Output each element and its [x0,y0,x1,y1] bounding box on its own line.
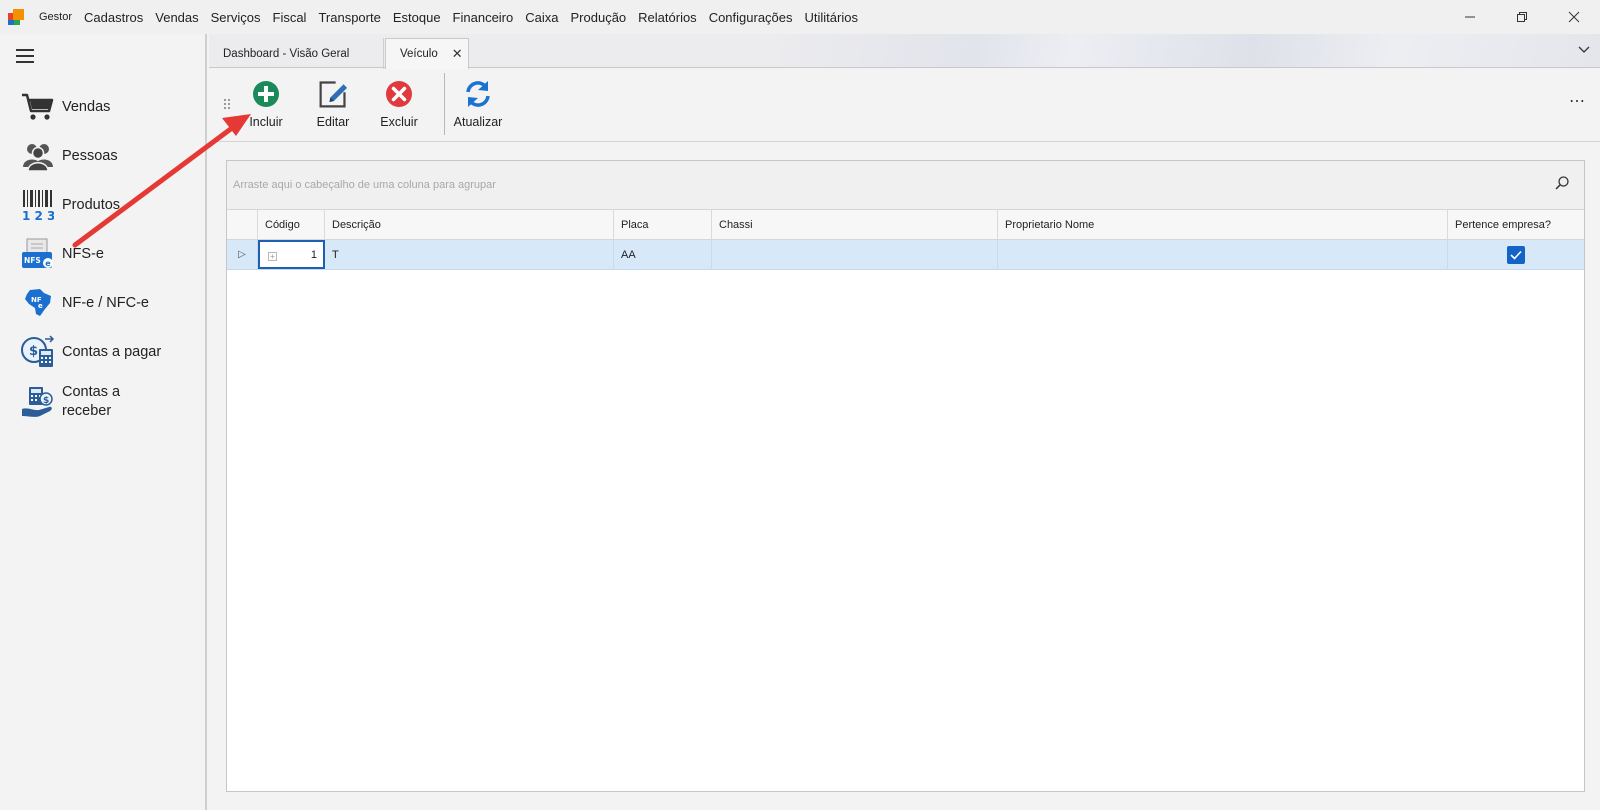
toolbar-grip-icon[interactable] [224,99,230,111]
menu-transporte[interactable]: Transporte [312,10,386,25]
barcode-icon: 1 2 3 [20,187,56,223]
checkmark-icon [1510,250,1522,260]
tab-label: Veículo [400,48,438,60]
menu-producao[interactable]: Produção [565,10,633,25]
toolbar-separator [444,73,445,135]
accounts-receivable-icon: $ [20,384,56,420]
group-by-hint: Arraste aqui o cabeçalho de uma coluna p… [233,179,496,191]
toolbar-label: Editar [316,115,350,129]
cell-pertence-empresa[interactable] [1448,240,1584,269]
menu-bar: Gestor Cadastros Vendas Serviços Fiscal … [0,0,1600,34]
add-icon [251,79,281,109]
cell-descricao[interactable]: T [325,240,614,269]
menu-relatorios[interactable]: Relatórios [632,10,703,25]
sidebar-item-label: NFS-e [62,245,104,262]
data-grid: Arraste aqui o cabeçalho de uma coluna p… [226,160,1585,792]
svg-text:NFS: NFS [24,256,41,265]
tab-close-icon[interactable]: ✕ [452,46,463,62]
sidebar-item-label: Contas a pagar [62,343,162,360]
svg-text:$: $ [29,344,38,359]
sidebar-item-label: Pessoas [62,147,118,164]
sidebar-item-nfse[interactable]: NFS e NFS-e [20,236,200,272]
cell-codigo-value: 1 [310,248,317,261]
column-header-pertence-empresa[interactable]: Pertence empresa? [1448,210,1584,239]
people-icon [20,138,56,174]
menu-caixa[interactable]: Caixa [519,10,564,25]
refresh-icon [463,79,493,109]
window-controls [1444,0,1600,34]
sidebar: Vendas Pessoas 1 2 3 Produtos NFS e NFS-e… [0,34,207,810]
restore-button[interactable] [1496,0,1548,34]
cell-chassi[interactable] [712,240,998,269]
sidebar-item-label: NF-e / NFC-e [62,294,149,311]
cell-placa[interactable]: AA [614,240,712,269]
editar-button[interactable]: Editar [303,79,363,135]
document-tabs: Dashboard - Visão Geral Veículo ✕ [209,34,1600,69]
menu-utilitarios[interactable]: Utilitários [799,10,864,25]
tab-veiculo[interactable]: Veículo ✕ [385,38,469,69]
menu-fiscal[interactable]: Fiscal [267,10,313,25]
row-indicator-icon[interactable]: ▷ [227,240,258,269]
search-icon[interactable] [1554,175,1570,191]
menu-financeiro[interactable]: Financeiro [447,10,520,25]
column-header-chassi[interactable]: Chassi [712,210,998,239]
sidebar-item-vendas[interactable]: Vendas [20,89,200,125]
close-window-button[interactable] [1548,0,1600,34]
toolbar-label: Excluir [380,115,418,129]
menu-cadastros[interactable]: Cadastros [78,10,149,25]
delete-icon [384,79,414,109]
group-by-panel[interactable]: Arraste aqui o cabeçalho de uma coluna p… [227,161,1584,210]
menu-servicos[interactable]: Serviços [205,10,267,25]
cell-codigo[interactable]: + 1 [258,240,325,269]
sidebar-item-pessoas[interactable]: Pessoas [20,138,200,174]
shopping-cart-icon [20,89,56,125]
minimize-button[interactable] [1444,0,1496,34]
tab-dashboard[interactable]: Dashboard - Visão Geral [209,38,384,69]
incluir-button[interactable]: Incluir [236,79,296,135]
column-header-codigo[interactable]: Código [258,210,325,239]
sidebar-item-contas-receber[interactable]: $ Contas a receber [20,383,200,421]
menu-gestor[interactable]: Gestor [33,11,78,23]
column-header-descricao[interactable]: Descrição [325,210,614,239]
edit-icon [318,79,348,109]
atualizar-button[interactable]: Atualizar [448,79,508,135]
toolbar: Incluir Editar Excluir Atualizar ⋯ [211,69,1600,142]
sidebar-item-nfe[interactable]: NF e NF-e / NFC-e [20,285,200,321]
svg-text:1 2 3: 1 2 3 [22,209,54,221]
accounts-payable-icon: $ [20,334,56,370]
sidebar-item-contas-pagar[interactable]: $ Contas a pagar [20,334,200,370]
sidebar-item-label: Produtos [62,196,121,213]
main-menu: Gestor Cadastros Vendas Serviços Fiscal … [33,10,864,25]
excluir-button[interactable]: Excluir [369,79,429,135]
column-header-placa[interactable]: Placa [614,210,712,239]
column-header-proprietario-nome[interactable]: Proprietario Nome [998,210,1448,239]
menu-estoque[interactable]: Estoque [387,10,447,25]
nfse-icon: NFS e [20,236,56,272]
svg-text:e: e [38,302,43,310]
minimize-icon [1465,16,1475,18]
menu-vendas[interactable]: Vendas [149,10,204,25]
grid-header-row: Código Descrição Placa Chassi Proprietar… [227,210,1584,240]
app-logo-icon [8,9,24,25]
more-options-icon[interactable]: ⋯ [1569,91,1586,111]
restore-icon [1517,12,1527,22]
row-indicator-header [227,210,258,239]
chevron-down-icon[interactable] [1578,42,1590,57]
menu-configuracoes[interactable]: Configurações [703,10,799,25]
nfe-map-icon: NF e [20,285,56,321]
svg-text:$: $ [43,396,49,406]
table-row[interactable]: ▷ + 1 T AA [227,240,1584,270]
svg-text:e: e [45,259,51,268]
expand-detail-icon[interactable]: + [268,252,277,261]
toolbar-label: Atualizar [453,115,503,129]
hamburger-menu-icon[interactable] [16,49,34,63]
sidebar-item-label: Vendas [62,98,111,115]
toolbar-label: Incluir [249,115,283,129]
close-icon [1568,11,1580,23]
sidebar-item-produtos[interactable]: 1 2 3 Produtos [20,187,200,223]
tab-label: Dashboard - Visão Geral [223,47,350,60]
pertence-empresa-checkbox[interactable] [1507,245,1525,264]
sidebar-item-label: Contas a receber [62,384,121,419]
cell-proprietario-nome[interactable] [998,240,1448,269]
